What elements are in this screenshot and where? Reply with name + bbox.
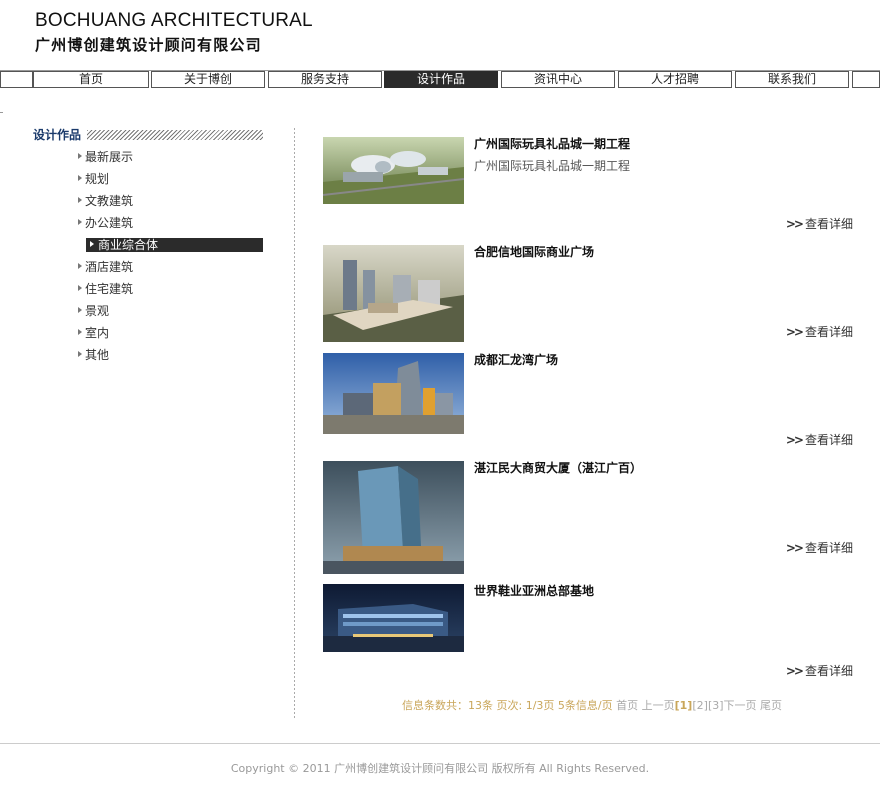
sidebar-item-label: 住宅建筑 [85,282,134,296]
nav-rule-left-tick [0,112,3,113]
triangle-right-icon [78,263,82,269]
view-detail-label: 查看详细 [804,217,853,231]
double-chevron-right-icon: >> [785,541,804,555]
sidebar-item-education[interactable]: 文教建筑 [78,194,263,216]
sidebar-list: 最新展示 规划 文教建筑 办公建筑 商业综合体 酒店建筑 住宅建筑 景观 室内 … [78,150,263,370]
double-chevron-right-icon: >> [785,217,804,231]
project-thumbnail[interactable] [323,245,464,342]
nav-item-news[interactable]: 资讯中心 [501,71,615,88]
sidebar-item-label: 办公建筑 [85,216,134,230]
sidebar-item-label: 酒店建筑 [85,260,134,274]
sidebar-header: 设计作品 [33,128,263,142]
logo-english: BOCHUANG ARCHITECTURAL [35,10,313,31]
nav-edge-right [852,71,880,88]
sidebar-item-label: 最新展示 [85,150,134,164]
building-rendering-icon [323,245,464,342]
triangle-right-icon [78,285,82,291]
sidebar-item-label: 商业综合体 [98,238,159,252]
triangle-right-icon [90,241,94,247]
project-title[interactable]: 湛江民大商贸大厦（湛江广百） [474,461,642,475]
pager-next[interactable]: 下一页 [724,699,757,712]
building-rendering-icon [323,461,464,574]
triangle-right-icon [78,329,82,335]
project-item: 湛江民大商贸大厦（湛江广百） >> 查看详细 [323,461,853,576]
view-detail-link[interactable]: >> 查看详细 [786,217,853,231]
pager-first[interactable]: 首页 [616,699,638,712]
site-logo[interactable]: BOCHUANG ARCHITECTURAL 广州博创建筑设计顾问有限公司 [35,10,313,55]
view-detail-link[interactable]: >> 查看详细 [786,541,853,555]
building-rendering-icon [323,137,464,204]
project-item: 广州国际玩具礼品城一期工程 广州国际玩具礼品城一期工程 >> 查看详细 [323,137,853,237]
pagination: 信息条数共：13条 页次: 1/3页 5条信息/页 首页 上一页[1][2][3… [402,700,782,712]
triangle-right-icon [78,307,82,313]
sidebar-item-residential[interactable]: 住宅建筑 [78,282,263,304]
building-rendering-icon [323,353,464,434]
pager-page-1[interactable]: [1] [675,699,693,712]
project-item: 合肥信地国际商业广场 >> 查看详细 [323,245,853,345]
sidebar-stripes [87,130,263,140]
double-chevron-right-icon: >> [785,325,804,339]
nav-item-services[interactable]: 服务支持 [268,71,382,88]
project-thumbnail[interactable] [323,353,464,434]
nav-item-about[interactable]: 关于博创 [151,71,265,88]
project-title[interactable]: 合肥信地国际商业广场 [474,245,594,259]
logo-chinese: 广州博创建筑设计顾问有限公司 [35,36,262,54]
sidebar-item-other[interactable]: 其他 [78,348,263,370]
footer-copyright: Copyright © 2011 广州博创建筑设计顾问有限公司 版权所有 All… [230,762,650,775]
triangle-right-icon [78,153,82,159]
sidebar-item-planning[interactable]: 规划 [78,172,263,194]
footer-rule [0,743,880,744]
building-rendering-icon [323,584,464,652]
pager-total: 信息条数共：13条 [402,699,493,712]
double-chevron-right-icon: >> [785,433,804,447]
nav-item-contact[interactable]: 联系我们 [735,71,849,88]
triangle-right-icon [78,197,82,203]
pager-page-2[interactable]: [2] [692,699,708,712]
sidebar-item-office[interactable]: 办公建筑 [78,216,263,238]
sidebar-item-label: 景观 [85,304,110,318]
pager-per-page: 5条信息/页 [557,699,613,712]
sidebar-item-landscape[interactable]: 景观 [78,304,263,326]
pager-page-3[interactable]: [3] [708,699,724,712]
column-divider [294,128,295,718]
main-nav: 首页 关于博创 服务支持 设计作品 资讯中心 人才招聘 联系我们 [0,71,880,88]
triangle-right-icon [78,351,82,357]
sidebar-item-label: 其他 [85,348,110,362]
project-title[interactable]: 成都汇龙湾广场 [474,353,558,367]
pager-prev[interactable]: 上一页 [642,699,675,712]
project-thumbnail[interactable] [323,461,464,574]
sidebar-item-label: 规划 [85,172,110,186]
project-item: 世界鞋业亚洲总部基地 >> 查看详细 [323,584,853,684]
view-detail-label: 查看详细 [804,664,853,678]
nav-item-jobs[interactable]: 人才招聘 [618,71,732,88]
view-detail-link[interactable]: >> 查看详细 [786,433,853,447]
pager-last[interactable]: 尾页 [760,699,782,712]
project-item: 成都汇龙湾广场 >> 查看详细 [323,353,853,453]
project-thumbnail[interactable] [323,137,464,204]
view-detail-label: 查看详细 [804,541,853,555]
sidebar-title: 设计作品 [33,128,82,142]
view-detail-label: 查看详细 [804,433,853,447]
sidebar-item-hotel[interactable]: 酒店建筑 [78,260,263,282]
sidebar: 设计作品 最新展示 规划 文教建筑 办公建筑 商业综合体 酒店建筑 住宅建筑 景… [33,128,263,362]
nav-item-home[interactable]: 首页 [33,71,149,88]
triangle-right-icon [78,219,82,225]
nav-item-works[interactable]: 设计作品 [384,71,498,88]
triangle-right-icon [78,175,82,181]
sidebar-item-latest[interactable]: 最新展示 [78,150,263,172]
sidebar-item-interior[interactable]: 室内 [78,326,263,348]
sidebar-item-label: 文教建筑 [85,194,134,208]
project-desc: 广州国际玩具礼品城一期工程 [474,159,631,173]
project-title[interactable]: 世界鞋业亚洲总部基地 [474,584,594,598]
double-chevron-right-icon: >> [785,664,804,678]
nav-edge-left [0,71,33,88]
project-thumbnail[interactable] [323,584,464,652]
view-detail-link[interactable]: >> 查看详细 [786,664,853,678]
pager-pages: 页次: 1/3页 [496,699,555,712]
sidebar-item-label: 室内 [85,326,110,340]
sidebar-item-commercial[interactable]: 商业综合体 [86,238,263,252]
project-title[interactable]: 广州国际玩具礼品城一期工程 [474,137,630,151]
view-detail-label: 查看详细 [804,325,853,339]
view-detail-link[interactable]: >> 查看详细 [786,325,853,339]
